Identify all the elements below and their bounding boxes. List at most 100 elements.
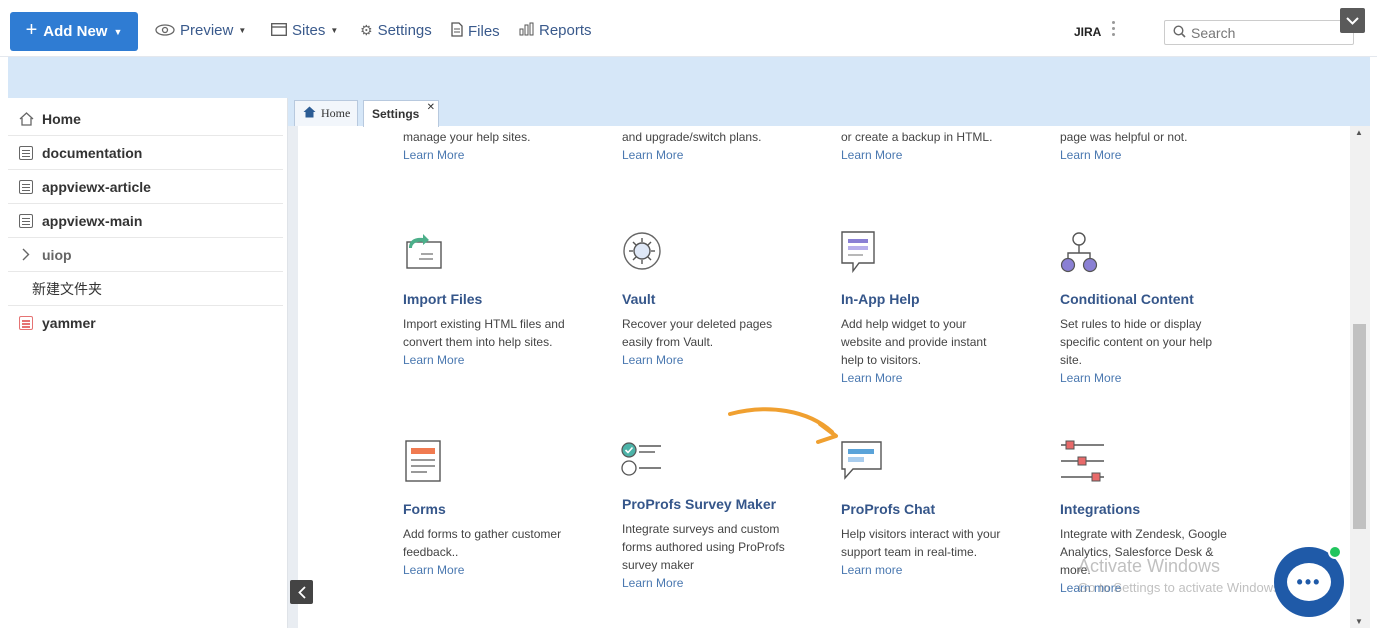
learn-more-link[interactable]: Learn More (403, 146, 464, 164)
chevron-right-icon[interactable] (18, 247, 34, 263)
header-band (8, 57, 1370, 98)
card-description: Add help widget to your website and prov… (841, 317, 987, 367)
home-icon (18, 111, 34, 127)
sidebar-item-label: yammer (42, 315, 96, 331)
add-new-button[interactable]: + Add New ▼ (10, 12, 138, 51)
tab-home[interactable]: Home (294, 100, 358, 126)
browser-window-icon (271, 22, 287, 39)
vault-icon (622, 231, 822, 273)
feature-description: manage your help sites. (403, 130, 531, 144)
integrations-icon (1060, 439, 1260, 483)
online-status-dot (1328, 545, 1342, 559)
learn-more-link[interactable]: Learn More (622, 351, 822, 369)
learn-more-link[interactable]: Learn More (1060, 369, 1260, 387)
activation-watermark-text: Go to Settings to activate Windows. (1078, 580, 1284, 595)
chat-card: ProProfs Chat Help visitors interact wit… (841, 501, 1041, 579)
jira-label[interactable]: JIRA (1074, 25, 1101, 39)
close-icon[interactable]: ✕ (427, 102, 435, 113)
sidebar-item-folder[interactable]: 新建文件夹 (8, 272, 283, 306)
reports-menu[interactable]: Reports (519, 22, 592, 39)
tab-strip: Home Settings ✕ (288, 98, 1370, 127)
sidebar-item-label: documentation (42, 144, 143, 161)
chat-widget-button[interactable]: ••• (1274, 545, 1344, 617)
learn-more-link[interactable]: Learn More (403, 351, 603, 369)
tab-label: Home (321, 106, 351, 120)
add-new-label: Add New (43, 23, 108, 40)
sites-label: Sites (292, 22, 326, 39)
learn-more-link[interactable]: Learn More (1060, 146, 1121, 164)
scrollbar-thumb[interactable] (1353, 324, 1366, 529)
sidebar-item-home[interactable]: Home (8, 102, 283, 136)
caret-down-icon: ▼ (113, 26, 123, 37)
card-description: Integrate surveys and custom forms autho… (622, 522, 785, 572)
conditional-content-card: Conditional Content Set rules to hide or… (1060, 291, 1260, 387)
collapse-sidebar-button[interactable] (290, 580, 313, 604)
sidebar-item-uiop[interactable]: uiop (8, 238, 283, 272)
search-placeholder: Search (1191, 24, 1236, 41)
top-toolbar: + Add New ▼ Preview ▼ Sites ▼ ⚙ Settings… (0, 0, 1377, 57)
plus-icon: + (25, 19, 38, 41)
eye-icon (155, 23, 175, 39)
chevron-down-icon[interactable] (1340, 8, 1365, 33)
tab-settings[interactable]: Settings ✕ (363, 100, 439, 127)
scroll-down-icon[interactable]: ▼ (1355, 617, 1363, 626)
preview-label: Preview (180, 22, 234, 39)
scroll-up-icon[interactable]: ▲ (1355, 128, 1363, 137)
learn-more-link[interactable]: Learn More (622, 146, 683, 164)
document-icon (19, 179, 33, 194)
card-title[interactable]: Integrations (1060, 501, 1260, 517)
learn-more-link[interactable]: Learn More (622, 574, 822, 592)
forms-card: Forms Add forms to gather customer feedb… (403, 501, 603, 579)
settings-menu[interactable]: ⚙ Settings (360, 22, 432, 39)
kebab-menu-icon[interactable] (1110, 21, 1116, 41)
sidebar-item-yammer[interactable]: yammer (8, 306, 283, 340)
card-description: Import existing HTML files and convert t… (403, 317, 565, 349)
file-icon (451, 22, 463, 40)
sidebar-item-label: Home (42, 110, 81, 127)
import-files-card: Import Files Import existing HTML files … (403, 291, 603, 369)
tab-label: Settings (372, 107, 420, 121)
card-title[interactable]: Conditional Content (1060, 291, 1260, 307)
learn-more-link[interactable]: Learn More (841, 146, 902, 164)
caret-down-icon: ▼ (330, 26, 339, 35)
sidebar-item-documentation[interactable]: documentation (8, 136, 283, 170)
card-title[interactable]: In-App Help (841, 291, 1041, 307)
sites-menu[interactable]: Sites ▼ (271, 22, 338, 39)
card-description: Recover your deleted pages easily from V… (622, 317, 773, 349)
document-icon (19, 213, 33, 228)
document-icon (19, 145, 33, 160)
search-icon (1173, 24, 1186, 41)
import-files-icon (403, 232, 603, 272)
card-title[interactable]: Forms (403, 501, 603, 517)
card-title[interactable]: ProProfs Chat (841, 501, 1041, 517)
search-input[interactable]: Search (1164, 20, 1354, 45)
learn-more-link[interactable]: Learn more (841, 561, 1041, 579)
sidebar-item-label: 新建文件夹 (32, 281, 102, 298)
preview-menu[interactable]: Preview ▼ (155, 22, 246, 39)
conditional-content-icon (1060, 232, 1260, 274)
card-title[interactable]: ProProfs Survey Maker (622, 496, 822, 512)
activation-watermark-title: Activate Windows (1078, 556, 1221, 576)
sidebar-item-appviewx-main[interactable]: appviewx-main (8, 204, 283, 238)
caret-down-icon: ▼ (238, 26, 247, 35)
files-menu[interactable]: Files (451, 22, 500, 40)
vertical-scrollbar[interactable]: ▲ ▼ (1350, 126, 1370, 628)
settings-label: Settings (377, 22, 432, 39)
card-title[interactable]: Vault (622, 291, 822, 307)
feature-description: or create a backup in HTML. (841, 130, 993, 144)
survey-maker-icon (621, 441, 821, 477)
learn-more-link[interactable]: Learn More (841, 369, 1041, 387)
card-title[interactable]: Import Files (403, 291, 603, 307)
sidebar-item-label: uiop (42, 246, 72, 263)
gear-icon: ⚙ (360, 22, 373, 38)
in-app-help-icon (841, 231, 1041, 274)
sidebar-item-appviewx-article[interactable]: appviewx-article (8, 170, 283, 204)
vault-card: Vault Recover your deleted pages easily … (622, 291, 822, 369)
card-description: Help visitors interact with your support… (841, 527, 1001, 559)
sidebar-item-label: appviewx-article (42, 178, 151, 195)
learn-more-link[interactable]: Learn More (403, 561, 603, 579)
reports-label: Reports (539, 22, 592, 39)
files-label: Files (468, 22, 500, 40)
home-icon (303, 106, 316, 122)
survey-maker-card: ProProfs Survey Maker Integrate surveys … (622, 496, 822, 592)
